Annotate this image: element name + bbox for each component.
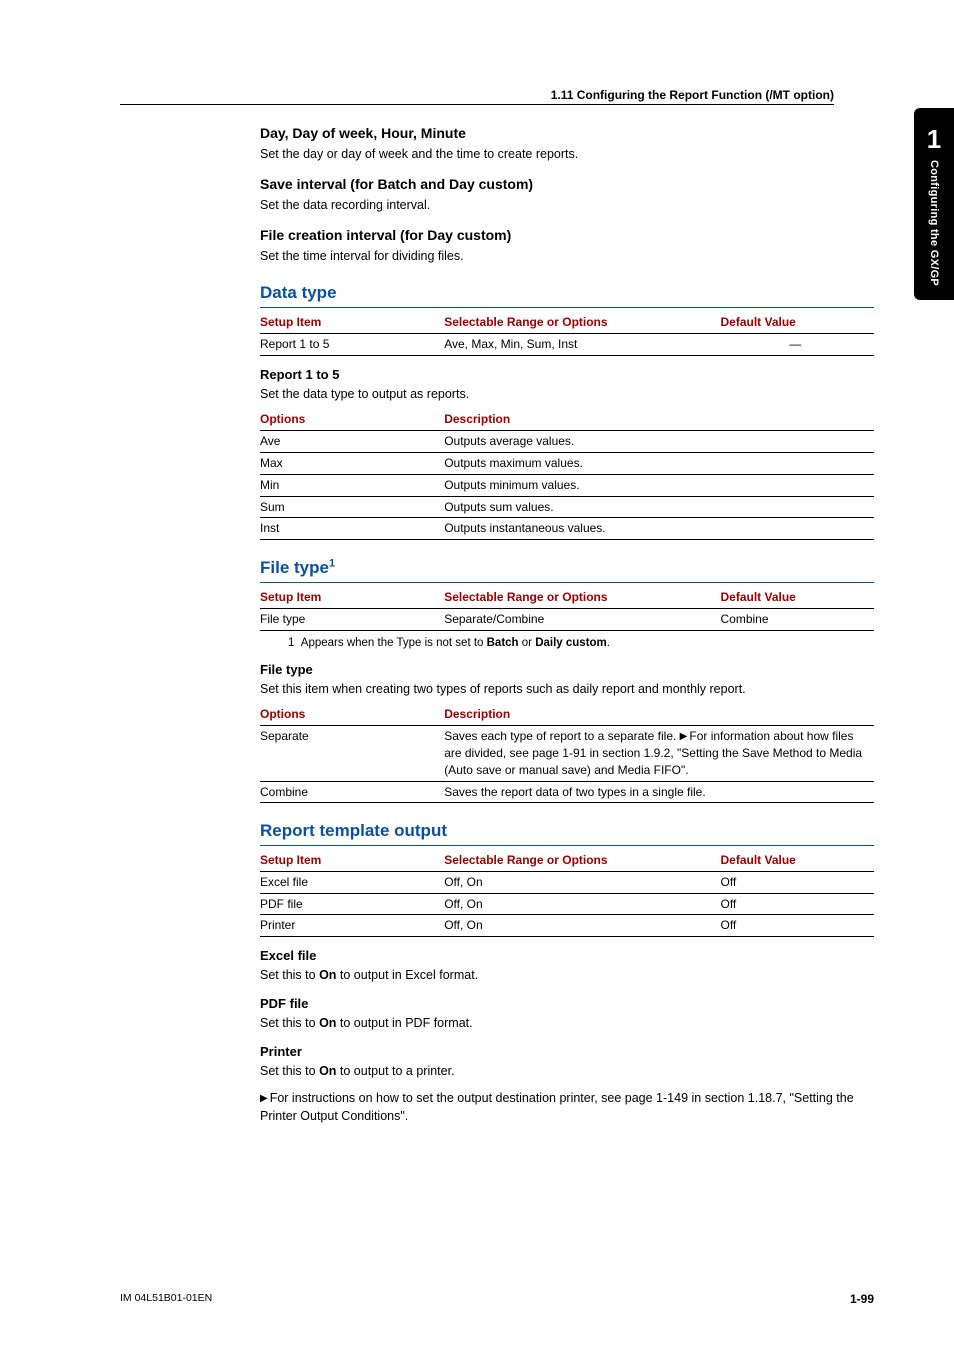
desc-save-interval: Set the data recording interval. xyxy=(260,197,874,215)
desc-file-interval: Set the time interval for dividing files… xyxy=(260,248,874,266)
doc-id: IM 04L51B01-01EN xyxy=(120,1292,212,1306)
desc-excel: Set this to On to output in Excel format… xyxy=(260,967,874,985)
table-data-type-options: Options Description AveOutputs average v… xyxy=(260,409,874,540)
table-row: Report 1 to 5 Ave, Max, Min, Sum, Inst — xyxy=(260,333,874,355)
th-range: Selectable Range or Options xyxy=(444,312,720,333)
cell-option: Combine xyxy=(260,781,444,803)
footnote-ref-1: 1 xyxy=(329,557,335,569)
chapter-number: 1 xyxy=(914,126,954,152)
table-row: InstOutputs instantaneous values. xyxy=(260,518,874,540)
desc-file-type: Set this item when creating two types of… xyxy=(260,681,874,699)
th-range: Selectable Range or Options xyxy=(444,587,720,608)
th-default: Default Value xyxy=(720,850,874,871)
section-file-type-label: File type xyxy=(260,558,329,577)
page-content: Day, Day of week, Hour, Minute Set the d… xyxy=(260,124,874,1125)
th-setup: Setup Item xyxy=(260,587,444,608)
th-description: Description xyxy=(444,704,874,725)
subhead-report-1-5: Report 1 to 5 xyxy=(260,366,874,384)
running-header: 1.11 Configuring the Report Function (/M… xyxy=(120,88,834,105)
page-footer: IM 04L51B01-01EN 1-99 xyxy=(120,1292,874,1306)
cell-desc: Saves the report data of two types in a … xyxy=(444,781,874,803)
th-description: Description xyxy=(444,409,874,430)
table-file-type-options: Options Description Separate Saves each … xyxy=(260,704,874,803)
printer-note: ▶For instructions on how to set the outp… xyxy=(260,1090,874,1125)
th-default: Default Value xyxy=(720,312,874,333)
cell-default: — xyxy=(720,333,874,355)
table-row: AveOutputs average values. xyxy=(260,431,874,453)
table-row: PDF fileOff, OnOff xyxy=(260,893,874,915)
chapter-tab: 1 Configuring the GX/GP xyxy=(914,108,954,300)
desc-pdf: Set this to On to output in PDF format. xyxy=(260,1015,874,1033)
table-data-type-setup: Setup Item Selectable Range or Options D… xyxy=(260,312,874,356)
table-row: MaxOutputs maximum values. xyxy=(260,452,874,474)
heading-save-interval: Save interval (for Batch and Day custom) xyxy=(260,175,874,195)
table-row: MinOutputs minimum values. xyxy=(260,474,874,496)
table-row: Excel fileOff, OnOff xyxy=(260,871,874,893)
table-row: Combine Saves the report data of two typ… xyxy=(260,781,874,803)
th-setup: Setup Item xyxy=(260,312,444,333)
section-data-type: Data type xyxy=(260,281,874,308)
cell-item: File type xyxy=(260,608,444,630)
cell-default: Combine xyxy=(720,608,874,630)
table-template-setup: Setup Item Selectable Range or Options D… xyxy=(260,850,874,937)
table-row: Separate Saves each type of report to a … xyxy=(260,726,874,781)
section-report-template: Report template output xyxy=(260,819,874,846)
chapter-label: Configuring the GX/GP xyxy=(928,160,940,286)
subhead-file-type: File type xyxy=(260,661,874,679)
table-row: File type Separate/Combine Combine xyxy=(260,608,874,630)
heading-day: Day, Day of week, Hour, Minute xyxy=(260,124,874,144)
th-setup: Setup Item xyxy=(260,850,444,871)
desc-day: Set the day or day of week and the time … xyxy=(260,146,874,164)
triangle-icon: ▶ xyxy=(260,1092,268,1106)
footnote-num: 1 xyxy=(288,637,294,649)
th-range: Selectable Range or Options xyxy=(444,850,720,871)
subhead-excel: Excel file xyxy=(260,947,874,965)
desc-printer: Set this to On to output to a printer. xyxy=(260,1063,874,1081)
desc-report-1-5: Set the data type to output as reports. xyxy=(260,386,874,404)
cell-range: Ave, Max, Min, Sum, Inst xyxy=(444,333,720,355)
page-number: 1-99 xyxy=(850,1292,874,1306)
th-options: Options xyxy=(260,704,444,725)
footnote-1: 1 Appears when the Type is not set to Ba… xyxy=(288,635,874,651)
triangle-icon: ▶ xyxy=(680,730,688,744)
table-row: PrinterOff, OnOff xyxy=(260,915,874,937)
th-default: Default Value xyxy=(720,587,874,608)
section-file-type: File type1 xyxy=(260,556,874,583)
cell-range: Separate/Combine xyxy=(444,608,720,630)
subhead-pdf: PDF file xyxy=(260,995,874,1013)
cell-option: Separate xyxy=(260,726,444,781)
table-file-type-setup: Setup Item Selectable Range or Options D… xyxy=(260,587,874,631)
cell-desc: Saves each type of report to a separate … xyxy=(444,726,874,781)
th-options: Options xyxy=(260,409,444,430)
cell-item: Report 1 to 5 xyxy=(260,333,444,355)
table-row: SumOutputs sum values. xyxy=(260,496,874,518)
subhead-printer: Printer xyxy=(260,1043,874,1061)
heading-file-interval: File creation interval (for Day custom) xyxy=(260,226,874,246)
